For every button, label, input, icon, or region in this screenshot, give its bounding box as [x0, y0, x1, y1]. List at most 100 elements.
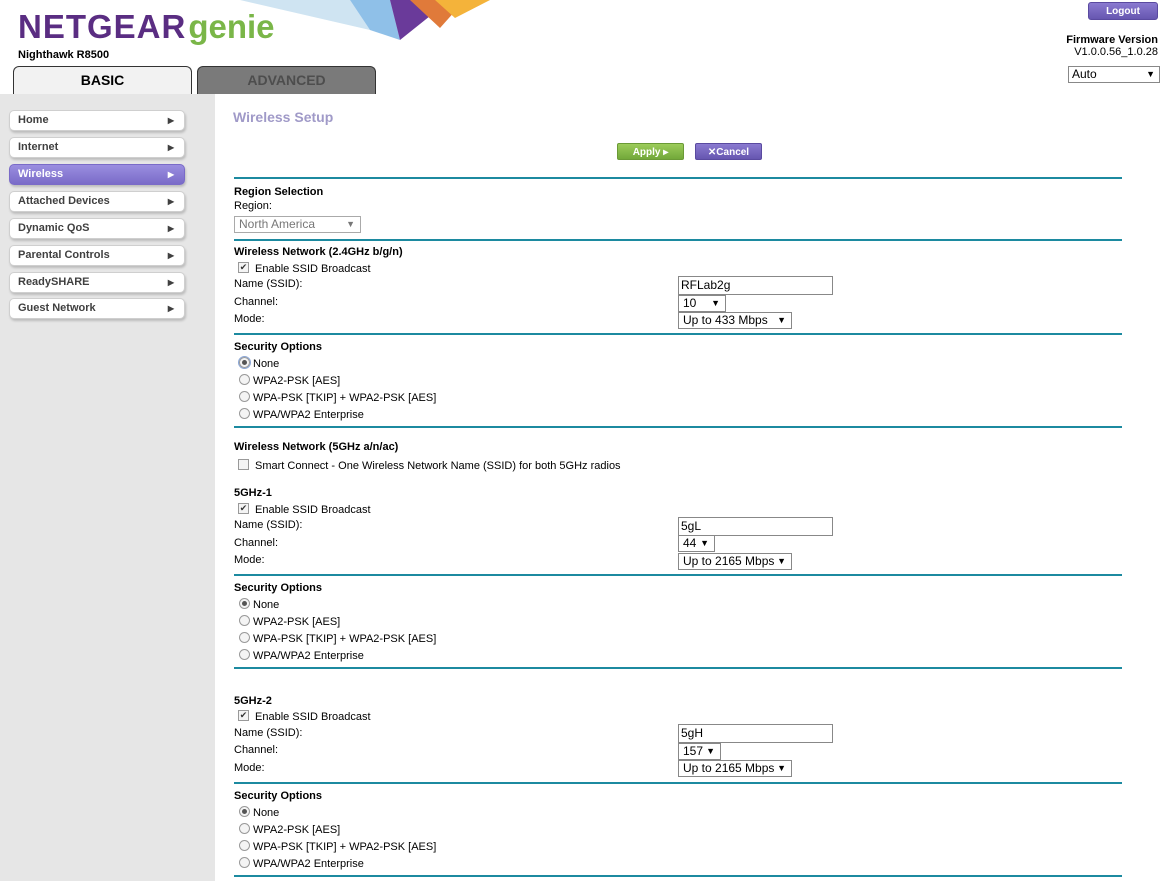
region-label: Region: — [234, 200, 272, 212]
radio-label: WPA-PSK [TKIP] + WPA2-PSK [AES] — [253, 841, 437, 853]
ssid-24-input[interactable]: RFLab2g — [678, 276, 833, 295]
ssid-label: Name (SSID): — [234, 519, 303, 531]
divider — [234, 177, 1122, 179]
enable-ssid-g2-checkbox[interactable]: ✔ — [238, 710, 249, 721]
sidebar-item-label: Parental Controls — [18, 249, 110, 261]
header: NETGEARgenie Nighthawk R8500 BASIC ADVAN… — [0, 0, 1169, 94]
security-g1-mixed-radio[interactable] — [239, 632, 250, 643]
arrow-right-icon: ▶ — [167, 251, 174, 260]
security-options-g2-heading: Security Options — [234, 790, 323, 802]
channel-g1-select[interactable]: 44 ▼ — [678, 535, 715, 552]
divider — [234, 875, 1122, 877]
wireless-5-heading: Wireless Network (5GHz a/n/ac) — [234, 441, 399, 453]
radio-label: None — [253, 807, 280, 819]
tab-advanced[interactable]: ADVANCED — [197, 66, 376, 94]
sidebar-item-wireless[interactable]: Wireless ▶ — [9, 164, 185, 185]
radio-label: WPA/WPA2 Enterprise — [253, 650, 364, 662]
arrow-right-icon: ▶ — [167, 170, 174, 179]
ssid-g2-input[interactable]: 5gH — [678, 724, 833, 743]
security-24-wpa2-radio[interactable] — [239, 374, 250, 385]
security-options-24-heading: Security Options — [234, 341, 323, 353]
sidebar-item-home[interactable]: Home ▶ — [9, 110, 185, 131]
security-g2-mixed-radio[interactable] — [239, 840, 250, 851]
mode-label: Mode: — [234, 313, 265, 325]
security-24-enterprise-radio[interactable] — [239, 408, 250, 419]
security-g2-enterprise-radio[interactable] — [239, 857, 250, 868]
ssid-g1-input[interactable]: 5gL — [678, 517, 833, 536]
logo-graphic-icon — [240, 0, 490, 40]
radio-label: WPA/WPA2 Enterprise — [253, 858, 364, 870]
security-g1-enterprise-radio[interactable] — [239, 649, 250, 660]
wireless-24-heading: Wireless Network (2.4GHz b/g/n) — [234, 246, 403, 258]
mode-g1-value: Up to 2165 Mbps — [683, 554, 775, 568]
ssid-label: Name (SSID): — [234, 278, 303, 290]
main-panel: Wireless Setup Apply ▸ ✕Cancel Region Se… — [215, 94, 1169, 881]
channel-g2-value: 157 — [683, 744, 704, 758]
sidebar-item-dynamic-qos[interactable]: Dynamic QoS ▶ — [9, 218, 185, 239]
arrow-right-icon: ▶ — [167, 224, 174, 233]
mode-24-select[interactable]: Up to 433 Mbps ▼ — [678, 312, 792, 329]
divider — [234, 782, 1122, 784]
sidebar-item-label: Guest Network — [18, 302, 96, 314]
enable-ssid-24-checkbox[interactable]: ✔ — [238, 262, 249, 273]
apply-button[interactable]: Apply ▸ — [617, 143, 684, 160]
channel-label: Channel: — [234, 744, 279, 756]
mode-24-value: Up to 433 Mbps — [683, 313, 768, 327]
security-g2-none-radio[interactable] — [239, 806, 250, 817]
sidebar-item-readyshare[interactable]: ReadySHARE ▶ — [9, 272, 185, 293]
language-select[interactable]: Auto ▼ — [1068, 66, 1160, 83]
tab-basic[interactable]: BASIC — [13, 66, 192, 94]
g2-heading: 5GHz-2 — [234, 695, 272, 707]
smart-connect-checkbox[interactable] — [238, 459, 249, 470]
cancel-button[interactable]: ✕Cancel — [695, 143, 762, 160]
radio-label: WPA2-PSK [AES] — [253, 616, 341, 628]
mode-g2-value: Up to 2165 Mbps — [683, 761, 775, 775]
security-g2-wpa2-radio[interactable] — [239, 823, 250, 834]
divider — [234, 667, 1122, 669]
dropdown-arrow-icon: ▼ — [777, 556, 786, 566]
sidebar-item-guest-network[interactable]: Guest Network ▶ — [9, 298, 185, 319]
mode-g1-select[interactable]: Up to 2165 Mbps ▼ — [678, 553, 792, 570]
arrow-right-icon: ▶ — [167, 143, 174, 152]
arrow-right-icon: ▶ — [167, 278, 174, 287]
channel-label: Channel: — [234, 296, 279, 308]
channel-g1-value: 44 — [683, 536, 697, 550]
arrow-right-icon: ▶ — [167, 304, 174, 313]
firmware-title: Firmware Version — [1066, 34, 1158, 46]
arrow-right-icon: ▶ — [167, 116, 174, 125]
dropdown-arrow-icon: ▼ — [700, 538, 709, 548]
g1-heading: 5GHz-1 — [234, 487, 272, 499]
radio-label: None — [253, 358, 280, 370]
security-24-mixed-radio[interactable] — [239, 391, 250, 402]
dropdown-arrow-icon: ▼ — [346, 219, 355, 229]
sidebar-item-label: Wireless — [18, 168, 64, 180]
mode-label: Mode: — [234, 762, 265, 774]
security-options-g1-heading: Security Options — [234, 582, 323, 594]
router-model: Nighthawk R8500 — [18, 49, 110, 61]
channel-24-select[interactable]: 10 ▼ — [678, 295, 726, 312]
channel-24-value: 10 — [683, 296, 697, 310]
smart-connect-label: Smart Connect - One Wireless Network Nam… — [255, 460, 621, 472]
logout-button[interactable]: Logout — [1088, 2, 1158, 20]
enable-ssid-g1-checkbox[interactable]: ✔ — [238, 503, 249, 514]
radio-label: None — [253, 599, 280, 611]
enable-ssid-label: Enable SSID Broadcast — [255, 504, 371, 516]
radio-label: WPA2-PSK [AES] — [253, 375, 341, 387]
sidebar-item-internet[interactable]: Internet ▶ — [9, 137, 185, 158]
sidebar-item-parental-controls[interactable]: Parental Controls ▶ — [9, 245, 185, 266]
region-select[interactable]: North America ▼ — [234, 216, 361, 233]
divider — [234, 333, 1122, 335]
security-g1-none-radio[interactable] — [239, 598, 250, 609]
channel-label: Channel: — [234, 537, 279, 549]
sidebar-item-attached-devices[interactable]: Attached Devices ▶ — [9, 191, 185, 212]
mode-g2-select[interactable]: Up to 2165 Mbps ▼ — [678, 760, 792, 777]
ssid-label: Name (SSID): — [234, 727, 303, 739]
divider — [234, 239, 1122, 241]
dropdown-arrow-icon: ▼ — [706, 746, 715, 756]
brand-text: NETGEAR — [18, 8, 187, 45]
sidebar: Home ▶ Internet ▶ Wireless ▶ Attached De… — [0, 94, 215, 881]
radio-label: WPA/WPA2 Enterprise — [253, 409, 364, 421]
security-g1-wpa2-radio[interactable] — [239, 615, 250, 626]
security-24-none-radio[interactable] — [238, 356, 251, 369]
channel-g2-select[interactable]: 157 ▼ — [678, 743, 721, 760]
